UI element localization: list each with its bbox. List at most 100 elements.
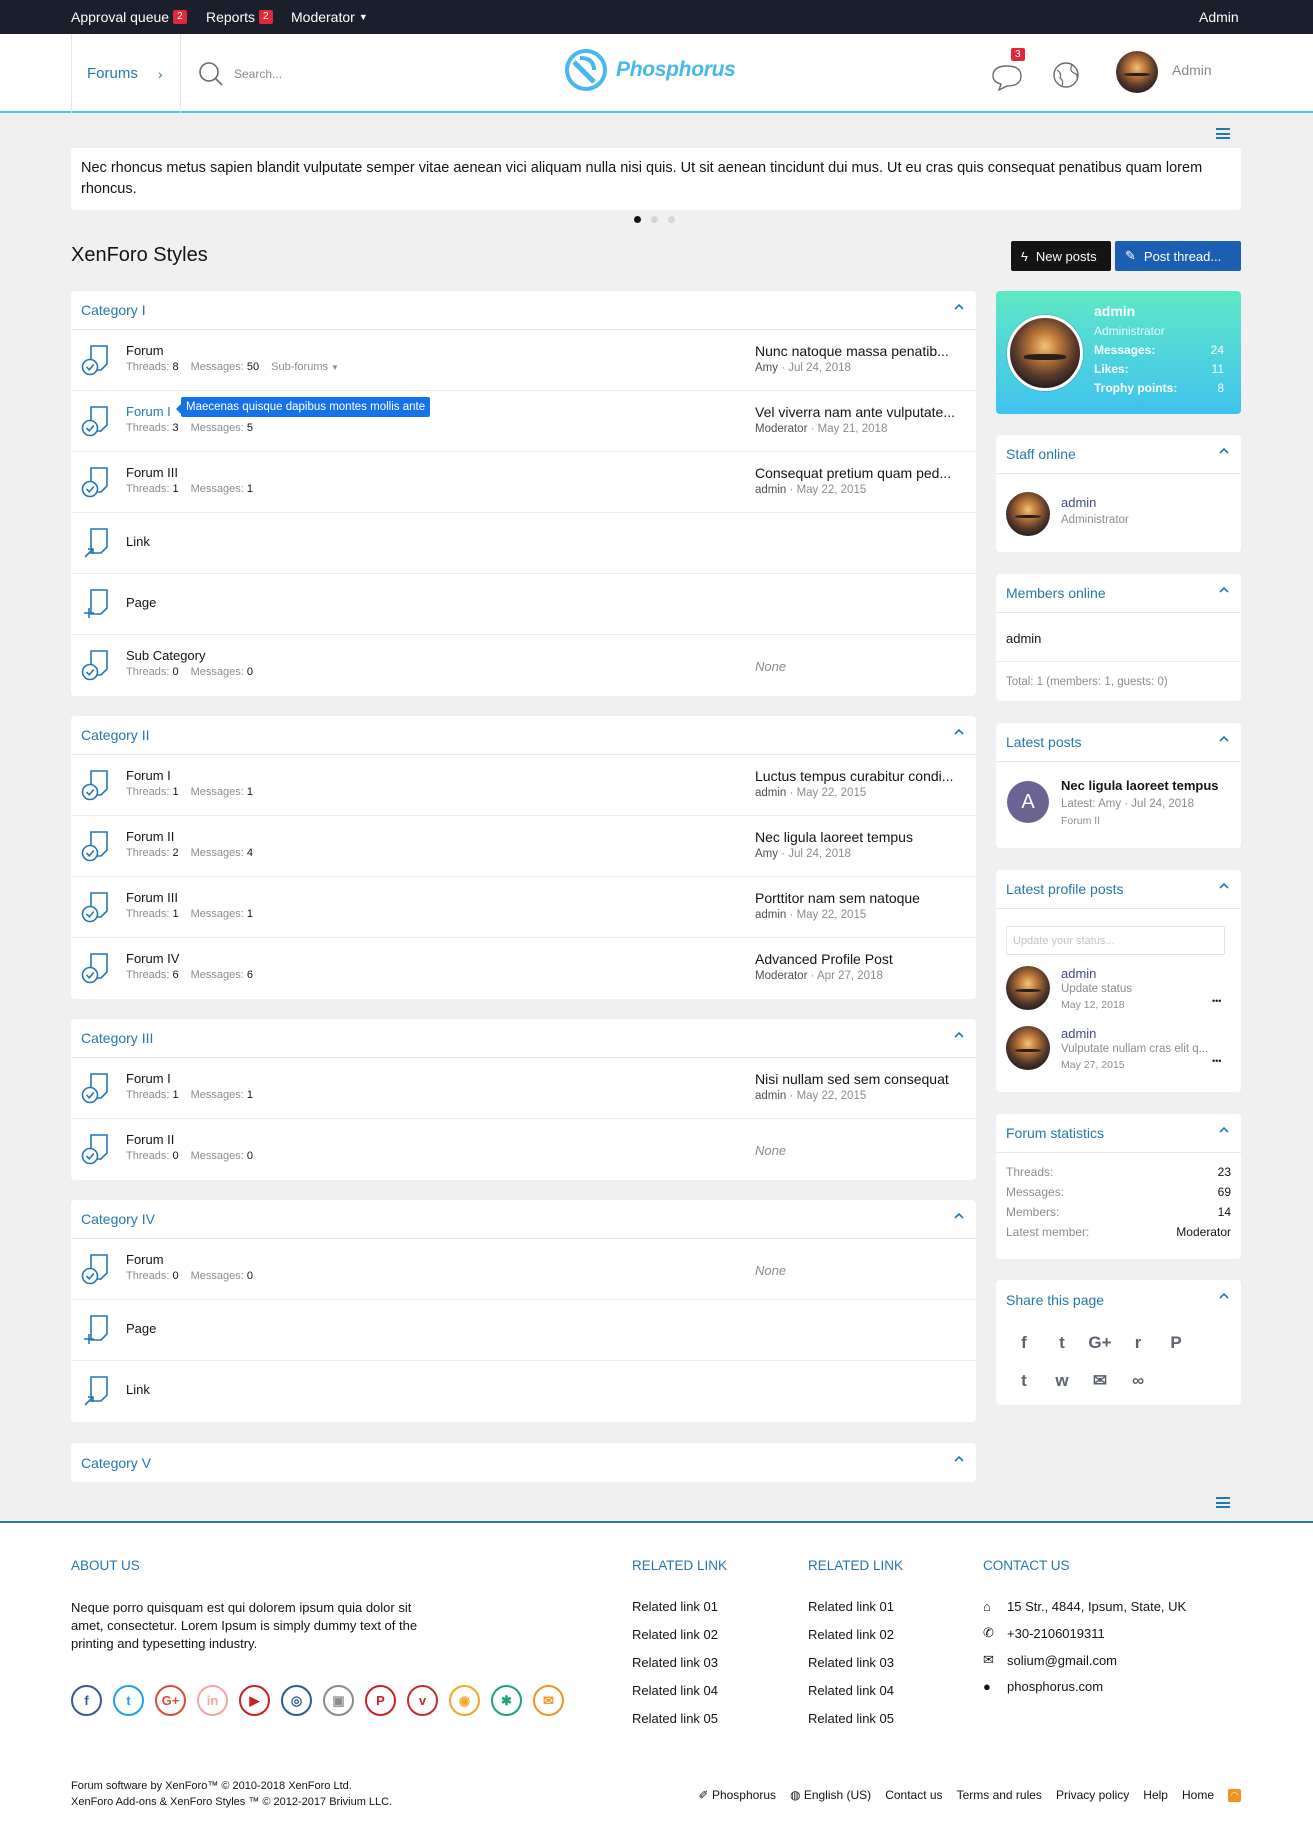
pager-dot[interactable] [668, 216, 675, 223]
category-title[interactable]: Category V [81, 1455, 151, 1471]
reddit-icon[interactable]: r [1126, 1331, 1150, 1355]
node-title[interactable]: Sub Category [126, 648, 206, 663]
link-icon[interactable]: ∞ [1126, 1369, 1150, 1393]
profile-post-author[interactable]: admin [1061, 966, 1096, 981]
pinterest-icon[interactable]: P [1164, 1331, 1188, 1355]
last-post-title[interactable]: Nunc natoque massa penatib... [755, 343, 967, 359]
visitor-avatar[interactable] [1007, 315, 1083, 391]
related-link[interactable]: Related link 02 [632, 1627, 718, 1642]
contact-website[interactable]: ● phosphorus.com [983, 1679, 1186, 1694]
profile-post-date[interactable]: May 27, 2015 [1061, 1059, 1125, 1071]
last-post-user[interactable]: admin [755, 909, 786, 921]
related-link[interactable]: Related link 02 [808, 1627, 894, 1642]
chevron-up-icon[interactable] [954, 1211, 964, 1221]
latest-post-avatar[interactable]: A [1007, 781, 1049, 823]
last-post-user[interactable]: admin [755, 1090, 786, 1102]
node-title[interactable]: Forum III [126, 465, 178, 480]
last-post-title[interactable]: Advanced Profile Post [755, 951, 967, 967]
chevron-up-icon[interactable] [1219, 446, 1229, 456]
forum-statistics-header[interactable]: Forum statistics [996, 1114, 1241, 1153]
node-title[interactable]: Link [126, 534, 150, 549]
last-post-title[interactable]: Consequat pretium quam ped... [755, 465, 967, 481]
related-link[interactable]: Related link 01 [808, 1599, 894, 1614]
node-title[interactable]: Forum I [126, 768, 171, 783]
profile-post-author[interactable]: admin [1061, 1026, 1096, 1041]
chevron-up-icon[interactable] [1219, 734, 1229, 744]
facebook-icon[interactable]: f [71, 1685, 102, 1716]
rss-icon[interactable]: ◉ [449, 1685, 480, 1716]
related-link[interactable]: Related link 04 [632, 1683, 718, 1698]
related-link[interactable]: Related link 04 [808, 1683, 894, 1698]
new-posts-button[interactable]: ϟ New posts [1011, 241, 1111, 271]
contact-email[interactable]: ✉ solium@gmail.com [983, 1652, 1186, 1668]
rss-icon[interactable]: ◠ [1228, 1788, 1241, 1802]
related-link[interactable]: Related link 05 [808, 1711, 894, 1726]
chevron-up-icon[interactable] [954, 1454, 964, 1464]
related-link[interactable]: Related link 03 [808, 1655, 894, 1670]
reports-link[interactable]: Reports 2 [206, 9, 273, 25]
last-post-user[interactable]: Amy [755, 848, 778, 860]
category-header[interactable]: Category IV [71, 1200, 976, 1239]
breadcrumb[interactable]: Forums › [71, 34, 181, 113]
last-post-date[interactable]: May 22, 2015 [797, 1090, 867, 1102]
whatsapp-icon[interactable]: w [1050, 1369, 1074, 1393]
last-post-date[interactable]: May 22, 2015 [797, 787, 867, 799]
menu-icon[interactable] [1216, 128, 1230, 139]
node-title[interactable]: Forum I [126, 1071, 171, 1086]
node-title[interactable]: Page [126, 1321, 156, 1336]
copyright-line-2[interactable]: XenForo Add-ons & XenForo Styles ™ © 201… [71, 1794, 392, 1810]
more-options-icon[interactable]: ••• [1212, 1056, 1221, 1066]
linkedin-icon[interactable]: in [197, 1685, 228, 1716]
profile-post-avatar[interactable] [1006, 966, 1050, 1010]
last-post-date[interactable]: May 22, 2015 [797, 484, 867, 496]
statistic-value[interactable]: Moderator [1176, 1225, 1231, 1245]
visitor-name[interactable]: admin [1094, 303, 1135, 319]
footer-language-link[interactable]: ◍ English (US) [790, 1788, 871, 1802]
last-post-title[interactable]: Nec ligula laoreet tempus [755, 829, 967, 845]
footer-style-link[interactable]: ✐ Phosphorus [699, 1788, 776, 1802]
share-page-header[interactable]: Share this page [996, 1280, 1241, 1319]
node-title[interactable]: Forum IV [126, 951, 179, 966]
admin-user-link[interactable]: Admin [1199, 9, 1239, 25]
last-post-title[interactable]: Nisi nullam sed sem consequat [755, 1071, 967, 1087]
email-icon[interactable]: ✉ [533, 1685, 564, 1716]
staff-online-header[interactable]: Staff online [996, 435, 1241, 474]
last-post-user[interactable]: Moderator [755, 970, 807, 982]
site-logo[interactable]: Phosphorus [564, 48, 736, 92]
latest-posts-header[interactable]: Latest posts [996, 723, 1241, 762]
user-avatar[interactable] [1116, 51, 1158, 93]
chevron-up-icon[interactable] [1219, 1125, 1229, 1135]
node-title[interactable]: Forum III [126, 890, 178, 905]
chevron-up-icon[interactable] [1219, 585, 1229, 595]
category-header[interactable]: Category I [71, 291, 976, 330]
google-plus-icon[interactable]: G+ [155, 1685, 186, 1716]
member-name[interactable]: admin [1006, 631, 1041, 646]
profile-posts-header[interactable]: Latest profile posts [996, 870, 1241, 909]
node-title[interactable]: Forum II [126, 1132, 174, 1147]
latest-post-title[interactable]: Nec ligula laoreet tempus [1061, 778, 1219, 793]
node-title[interactable]: Forum [126, 343, 164, 358]
post-thread-button[interactable]: ✎ Post thread... [1115, 241, 1241, 271]
category-title[interactable]: Category III [81, 1030, 153, 1046]
last-post-date[interactable]: Apr 27, 2018 [817, 970, 883, 982]
footer-terms-link[interactable]: Terms and rules [957, 1788, 1042, 1802]
category-header[interactable]: Category II [71, 716, 976, 755]
chevron-up-icon[interactable] [954, 1030, 964, 1040]
footer-home-link[interactable]: Home [1182, 1788, 1214, 1802]
email-icon[interactable]: ✉ [1088, 1369, 1112, 1393]
header-user-name[interactable]: Admin [1172, 62, 1212, 78]
twitter-icon[interactable]: t [1050, 1331, 1074, 1355]
last-post-title[interactable]: Vel viverra nam ante vulputate... [755, 404, 967, 420]
related-link[interactable]: Related link 05 [632, 1711, 718, 1726]
node-title[interactable]: Link [126, 1382, 150, 1397]
related-link[interactable]: Related link 03 [632, 1655, 718, 1670]
last-post-user[interactable]: Moderator [755, 423, 807, 435]
twitter-icon[interactable]: t [113, 1685, 144, 1716]
pager-dot[interactable] [651, 216, 658, 223]
last-post-date[interactable]: May 21, 2018 [818, 423, 888, 435]
xing-icon[interactable]: ✱ [491, 1685, 522, 1716]
node-title[interactable]: Forum [126, 1252, 164, 1267]
vine-icon[interactable]: v [407, 1685, 438, 1716]
tumblr-icon[interactable]: t [1012, 1369, 1036, 1393]
latest-post-forum[interactable]: Forum II [1061, 815, 1100, 827]
